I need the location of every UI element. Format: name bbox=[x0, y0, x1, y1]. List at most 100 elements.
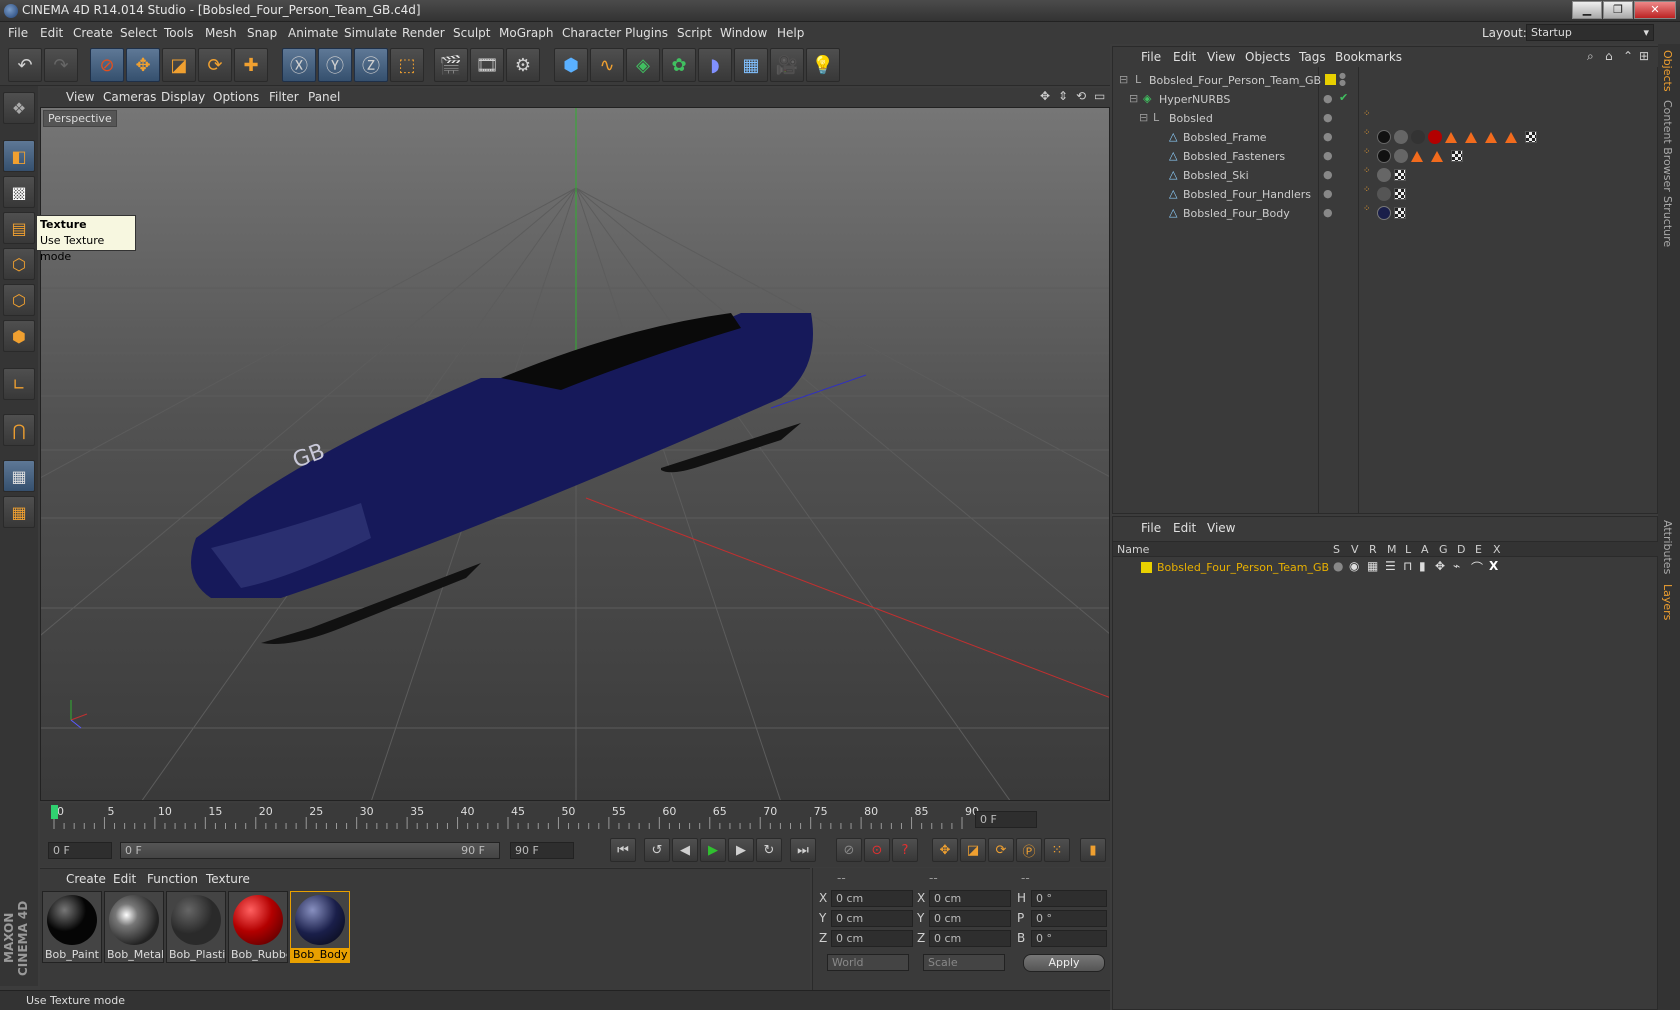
menu-select[interactable]: Select bbox=[120, 26, 157, 40]
menu-sculpt[interactable]: Sculpt bbox=[453, 26, 490, 40]
tab-structure[interactable]: Structure bbox=[1661, 196, 1674, 247]
phong-tag-icon[interactable]: ⁘ bbox=[1363, 185, 1371, 195]
apply-button[interactable]: Apply bbox=[1023, 954, 1105, 972]
layer-row[interactable]: Bobsled_Four_Person_Team_GB ● ◉ ▦ ☰ ⊓ ▮ … bbox=[1113, 559, 1659, 577]
live-selection-button[interactable]: ⊘ bbox=[90, 48, 124, 82]
coordinate-mode-select[interactable]: Scale bbox=[923, 954, 1005, 971]
rotation-b-field[interactable]: 0 ° bbox=[1031, 930, 1107, 947]
menu-edit[interactable]: Edit bbox=[40, 26, 63, 40]
close-button[interactable]: ✕ bbox=[1634, 1, 1676, 19]
material-swatch[interactable]: Bob_Rubber bbox=[228, 891, 288, 963]
home-icon[interactable]: ⌂ bbox=[1605, 49, 1613, 63]
make-editable-button[interactable]: ❖ bbox=[3, 92, 35, 124]
eye-icon[interactable]: ◉ bbox=[1349, 559, 1359, 573]
expand-icon[interactable]: ⊟ bbox=[1139, 111, 1148, 124]
solo-dot[interactable]: ● bbox=[1333, 559, 1343, 573]
xref-icon[interactable]: X bbox=[1489, 559, 1498, 573]
maximize-button[interactable]: ❐ bbox=[1603, 1, 1633, 19]
next-key-button[interactable]: ↻ bbox=[756, 838, 782, 862]
material-tags[interactable] bbox=[1377, 187, 1409, 201]
menu-plugins[interactable]: Plugins bbox=[625, 26, 668, 40]
material-swatch-selected[interactable]: Bob_Body bbox=[290, 891, 350, 963]
position-z-field[interactable]: 0 cm bbox=[831, 930, 913, 947]
film-strip-icon[interactable]: ▮ bbox=[1419, 559, 1426, 573]
tab-content-browser[interactable]: Content Browser bbox=[1661, 100, 1674, 192]
menu-simulate[interactable]: Simulate bbox=[344, 26, 397, 40]
key-position-button[interactable]: ✥ bbox=[932, 838, 958, 862]
phong-tag-icon[interactable]: ⁘ bbox=[1363, 166, 1371, 176]
visibility-dot[interactable]: ● bbox=[1323, 168, 1333, 181]
viewport-menu-panel[interactable]: Panel bbox=[308, 90, 340, 104]
camera-button[interactable]: 🎥 bbox=[770, 48, 804, 82]
menu-animate[interactable]: Animate bbox=[288, 26, 338, 40]
viewport-menu-display[interactable]: Display bbox=[161, 90, 205, 104]
layer-menu-view[interactable]: View bbox=[1207, 521, 1235, 535]
axis-mode-button[interactable]: ∟ bbox=[3, 368, 35, 400]
texture-mode-button[interactable]: ▩ bbox=[3, 176, 35, 208]
menu-tools[interactable]: Tools bbox=[164, 26, 194, 40]
render-picture-viewer-button[interactable]: 🎞 bbox=[470, 48, 504, 82]
menu-render[interactable]: Render bbox=[402, 26, 445, 40]
tab-layers[interactable]: Layers bbox=[1661, 584, 1674, 620]
render-settings-button[interactable]: ⚙ bbox=[506, 48, 540, 82]
timeline-ruler[interactable]: 0 5 10 15 20 25 30 35 40 45 50 55 60 65 70 75 80 85 90 bbox=[40, 803, 1070, 833]
deformer-icon[interactable]: ⌁ bbox=[1453, 559, 1460, 573]
goto-start-button[interactable]: ⏮ bbox=[610, 838, 636, 862]
tree-row[interactable]: △ Bobsled_Four_Body ● ⁘ bbox=[1113, 204, 1659, 224]
menu-character[interactable]: Character bbox=[562, 26, 621, 40]
frame-range-slider[interactable]: 0 F 90 F bbox=[120, 842, 500, 859]
position-x-field[interactable]: 0 cm bbox=[831, 890, 913, 907]
polygons-mode-button[interactable]: ⬢ bbox=[3, 320, 35, 352]
bobsled-model[interactable]: GB bbox=[191, 313, 813, 644]
y-axis-lock-button[interactable]: Ⓨ bbox=[318, 48, 352, 82]
model-mode-button[interactable]: ◧ bbox=[3, 140, 35, 172]
layer-col-locked[interactable]: L bbox=[1405, 543, 1411, 556]
orbit-icon[interactable]: ⟲ bbox=[1076, 89, 1086, 103]
deformer-button[interactable]: ◗ bbox=[698, 48, 732, 82]
pan-icon[interactable]: ✥ bbox=[1040, 89, 1050, 103]
expression-icon[interactable]: ⌒ bbox=[1471, 559, 1483, 576]
visibility-dot[interactable]: ● bbox=[1323, 92, 1333, 105]
tree-row[interactable]: △ Bobsled_Ski ● ⁘ bbox=[1113, 166, 1659, 186]
up-arrow-icon[interactable]: ⌃ bbox=[1623, 49, 1633, 63]
size-y-field[interactable]: 0 cm bbox=[929, 910, 1011, 927]
redo-button[interactable]: ↷ bbox=[44, 48, 78, 82]
material-tags[interactable] bbox=[1377, 168, 1409, 182]
spline-button[interactable]: ∿ bbox=[590, 48, 624, 82]
z-axis-lock-button[interactable]: Ⓩ bbox=[354, 48, 388, 82]
x-axis-lock-button[interactable]: Ⓧ bbox=[282, 48, 316, 82]
size-z-field[interactable]: 0 cm bbox=[929, 930, 1011, 947]
render-icon[interactable]: ▦ bbox=[1367, 559, 1378, 573]
material-menu-create[interactable]: Create bbox=[66, 872, 106, 886]
coordinate-system-button[interactable]: ⬚ bbox=[390, 48, 424, 82]
coordinate-space-select[interactable]: World bbox=[827, 954, 909, 971]
array-button[interactable]: ✿ bbox=[662, 48, 696, 82]
phong-tag-icon[interactable]: ⁘ bbox=[1363, 204, 1371, 214]
layer-col-name[interactable]: Name bbox=[1117, 543, 1149, 556]
timeline-window-button[interactable]: ▮ bbox=[1080, 838, 1106, 862]
move-button[interactable]: ✥ bbox=[126, 48, 160, 82]
tree-row[interactable]: △ Bobsled_Frame ● ⁘ bbox=[1113, 128, 1659, 148]
undo-button[interactable]: ↶ bbox=[8, 48, 42, 82]
workplane-snap-button[interactable]: ▦ bbox=[3, 496, 35, 528]
layer-color-swatch[interactable] bbox=[1325, 74, 1336, 85]
phong-tag-icon[interactable]: ⁘ bbox=[1363, 128, 1371, 138]
layer-menu-edit[interactable]: Edit bbox=[1173, 521, 1196, 535]
start-frame-field[interactable]: 0 F bbox=[48, 842, 112, 859]
phong-tag-icon[interactable]: ⁘ bbox=[1363, 109, 1371, 119]
visibility-dot[interactable]: ● bbox=[1323, 149, 1333, 162]
object-menu-file[interactable]: File bbox=[1141, 50, 1161, 64]
tab-attributes[interactable]: Attributes bbox=[1661, 520, 1674, 574]
key-rotation-button[interactable]: ⟳ bbox=[988, 838, 1014, 862]
tree-row[interactable]: ⊟ ◈ HyperNURBS ● ✔ bbox=[1113, 90, 1659, 110]
perspective-viewport[interactable]: GB Perspective bbox=[40, 107, 1110, 801]
tree-row[interactable]: ⊟ L Bobsled_Four_Person_Team_GB ● ● bbox=[1113, 71, 1659, 91]
layer-color-swatch[interactable] bbox=[1141, 562, 1152, 573]
autokey-button[interactable]: ⊙ bbox=[864, 838, 890, 862]
phong-tag-icon[interactable]: ⁘ bbox=[1363, 147, 1371, 157]
material-swatch[interactable]: Bob_Metal bbox=[104, 891, 164, 963]
menu-mesh[interactable]: Mesh bbox=[205, 26, 237, 40]
search-icon[interactable]: ⌕ bbox=[1587, 49, 1594, 64]
material-swatch[interactable]: Bob_Paint bbox=[42, 891, 102, 963]
menu-mograph[interactable]: MoGraph bbox=[499, 26, 554, 40]
